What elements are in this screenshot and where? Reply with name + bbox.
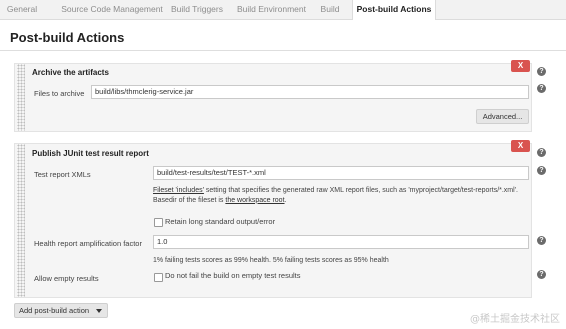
archive-artifacts-panel: Archive the artifacts X Files to archive… <box>14 60 532 132</box>
help-icon[interactable]: ? <box>537 270 546 279</box>
retain-output-label: Retain long standard output/error <box>165 217 276 226</box>
tab-build[interactable]: Build <box>318 0 342 19</box>
help-icon[interactable]: ? <box>537 236 546 245</box>
tab-bar: General Source Code Management Build Tri… <box>0 0 566 20</box>
fileset-includes-link[interactable]: Fileset 'includes' <box>153 187 204 194</box>
divider <box>0 50 566 51</box>
allow-empty-checkbox[interactable] <box>154 273 163 282</box>
delete-archive-button[interactable]: X <box>511 60 530 72</box>
retain-output-checkbox[interactable] <box>154 218 163 227</box>
health-factor-description: 1% failing tests scores as 99% health. 5… <box>153 257 389 264</box>
help-icon[interactable]: ? <box>537 148 546 157</box>
workspace-root-link[interactable]: the workspace root <box>225 197 284 204</box>
drag-handle[interactable] <box>17 64 25 131</box>
page-title: Post-build Actions <box>10 30 125 45</box>
tab-post-build-actions[interactable]: Post-build Actions <box>352 0 436 20</box>
add-post-build-action-button[interactable]: Add post-build action <box>14 303 108 318</box>
health-factor-label: Health report amplification factor <box>34 239 142 248</box>
files-to-archive-input[interactable]: build/libs/thmclerig-service.jar <box>91 85 529 99</box>
files-to-archive-label: Files to archive <box>34 89 85 98</box>
archive-artifacts-title: Archive the artifacts <box>32 68 109 77</box>
caret-down-icon <box>96 309 102 313</box>
test-report-xmls-input[interactable]: build/test-results/test/TEST-*.xml <box>153 166 529 180</box>
delete-junit-button[interactable]: X <box>511 140 530 152</box>
junit-report-panel: Publish JUnit test result report X Test … <box>14 140 532 298</box>
junit-report-title: Publish JUnit test result report <box>32 149 149 158</box>
tab-general[interactable]: General <box>0 0 44 19</box>
tab-build-triggers[interactable]: Build Triggers <box>169 0 225 19</box>
allow-empty-checkbox-label: Do not fail the build on empty test resu… <box>165 271 301 280</box>
health-factor-input[interactable]: 1.0 <box>153 235 529 249</box>
test-report-xmls-description: Fileset 'includes' setting that specifie… <box>153 187 518 204</box>
allow-empty-results-label: Allow empty results <box>34 274 99 283</box>
advanced-button[interactable]: Advanced... <box>476 109 529 124</box>
test-report-xmls-label: Test report XMLs <box>34 170 91 179</box>
help-icon[interactable]: ? <box>537 84 546 93</box>
tab-source-code-management[interactable]: Source Code Management <box>54 0 170 19</box>
help-icon[interactable]: ? <box>537 166 546 175</box>
tab-build-environment[interactable]: Build Environment <box>235 0 308 19</box>
watermark: @稀土掘金技术社区 <box>470 314 560 325</box>
help-icon[interactable]: ? <box>537 67 546 76</box>
drag-handle[interactable] <box>17 144 25 297</box>
